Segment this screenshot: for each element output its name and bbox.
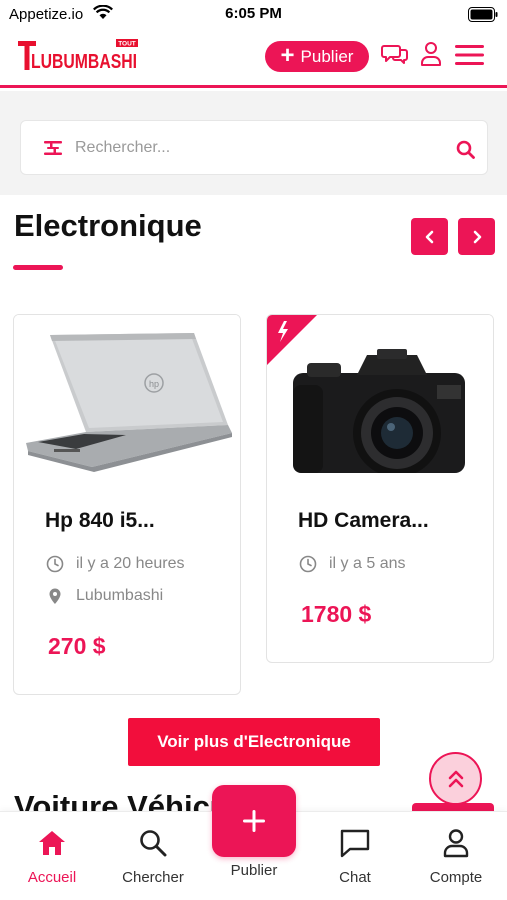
messages-icon[interactable] [381,41,409,72]
menu-icon[interactable] [455,44,484,71]
product-name: Hp 840 i5... [45,509,155,532]
account-icon [411,824,501,862]
section-title: Electronique [14,208,202,243]
search-icon [108,824,198,862]
svg-text:hp: hp [149,379,159,389]
status-bar: Appetize.io 6:05 PM [0,0,507,30]
product-time-text: il y a 5 ans [329,555,406,572]
tab-search[interactable]: Chercher [108,824,198,894]
tab-chat[interactable]: Chat [310,824,400,894]
publish-button[interactable]: + Publier [265,41,369,72]
flash-badge-icon [267,315,317,365]
clock-icon [46,555,64,573]
search-bar [20,120,488,175]
scroll-to-top-button[interactable] [429,752,482,805]
chevron-right-icon [473,230,481,243]
double-chevron-up-icon [448,770,463,787]
home-icon [7,824,97,862]
product-time: il y a 20 heures [46,555,185,573]
plus-icon: + [280,41,295,69]
product-location: Lubumbashi [46,587,163,605]
tab-account[interactable]: Compte [411,824,501,894]
filter-icon[interactable] [43,139,63,162]
search-input[interactable] [75,129,445,167]
product-card[interactable]: hp Hp 840 i5... il y a 20 heures Lubumba… [13,314,241,695]
search-section [0,91,507,195]
product-price: 270 $ [48,633,106,659]
product-card[interactable]: HD Camera... il y a 5 ans 1780 $ [266,314,494,663]
carousel-prev-button[interactable] [411,218,448,255]
tab-account-label: Compte [429,869,483,886]
app-logo[interactable]: TOUT LUBUMBASHI [18,39,140,73]
clock-icon [299,555,317,573]
search-icon[interactable] [456,140,475,164]
product-time: il y a 5 ans [299,555,405,573]
tab-search-label: Chercher [122,869,184,886]
section-underline [13,265,63,270]
chevron-left-icon [425,230,433,243]
product-name: HD Camera... [298,509,429,532]
product-image-laptop: hp [14,315,240,473]
logo-main-text: LUBUMBASHI [31,51,137,73]
location-pin-icon [49,588,61,604]
chat-icon [310,824,400,862]
product-price: 1780 $ [301,601,372,627]
logo-small-text: TOUT [118,40,136,47]
app-header: TOUT LUBUMBASHI + Publier [0,30,507,88]
product-location-text: Lubumbashi [76,587,164,604]
carousel-next-button[interactable] [458,218,495,255]
clock: 6:05 PM [225,5,282,22]
product-time-text: il y a 20 heures [76,555,185,572]
plus-icon [243,810,265,832]
battery-icon [468,7,498,27]
tab-publish-label: Publier [230,862,278,879]
publish-fab-button[interactable] [212,785,296,857]
see-more-button[interactable]: Voir plus d'Electronique [128,718,380,766]
tab-chat-label: Chat [339,869,371,886]
publish-button-label: Publier [300,46,354,66]
user-icon[interactable] [420,41,442,72]
tab-home-label: Accueil [27,869,77,886]
tab-home[interactable]: Accueil [7,824,97,894]
